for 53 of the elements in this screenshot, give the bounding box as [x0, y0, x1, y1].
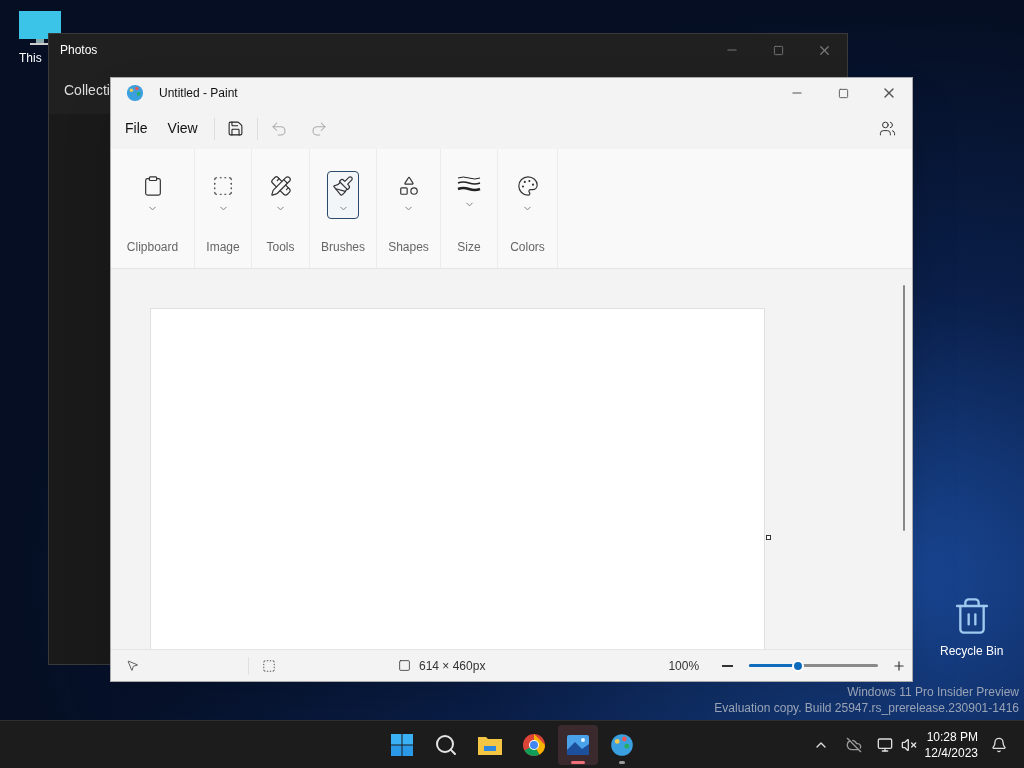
ribbon-group-label: Shapes	[388, 239, 429, 256]
ribbon-group-label: Image	[206, 239, 240, 256]
canvas-size-icon	[398, 659, 411, 672]
line-weights-icon	[457, 175, 481, 193]
redo-icon	[309, 119, 328, 138]
pencil-tools-icon	[269, 175, 292, 197]
paint-logo-icon	[126, 84, 144, 102]
volume-muted-icon[interactable]	[900, 736, 917, 753]
canvas-size-text: 614 × 460px	[419, 657, 486, 675]
undo-icon	[269, 119, 288, 138]
menu-item[interactable]: View	[157, 113, 208, 144]
palette-icon	[516, 175, 539, 197]
nav-item[interactable]: Collecti	[64, 79, 110, 101]
menu-item[interactable]: File	[115, 113, 158, 144]
selection-size-icon	[262, 658, 276, 673]
monitor-icon[interactable]	[18, 10, 62, 48]
notifications-icon	[991, 736, 1007, 753]
desktop-icon-label: Recycle Bin	[940, 643, 1004, 660]
minus-icon	[721, 664, 733, 667]
network-icon[interactable]	[876, 736, 893, 753]
ribbon-group-label: Colors	[510, 239, 545, 256]
search-icon	[434, 733, 458, 757]
maximize-icon	[772, 44, 784, 56]
evaluation-notice: Evaluation copy. Build 25947.rs_prerelease.230901-1416	[714, 700, 1019, 716]
windows-logo-icon	[390, 733, 414, 757]
zoom-slider-thumb[interactable]	[792, 659, 805, 672]
paint-logo-icon	[610, 733, 634, 757]
zoom-slider[interactable]	[749, 659, 879, 672]
window-title: Photos	[60, 42, 98, 59]
desktop-icon-label: This	[19, 50, 42, 67]
window-title: Untitled - Paint	[159, 85, 238, 102]
zoom-percentage: 100%	[668, 657, 700, 675]
resize-handle[interactable]	[766, 535, 771, 540]
ribbon-tool-button[interactable]	[327, 171, 359, 219]
browser-logo-icon	[522, 733, 546, 757]
folder-icon	[477, 734, 503, 756]
maximize-icon	[837, 87, 849, 99]
plus-icon	[892, 658, 907, 673]
cloud-off-icon[interactable]	[845, 736, 862, 753]
ribbon-group-label: Clipboard	[126, 239, 179, 256]
landscape-picture-icon	[566, 734, 590, 756]
vertical-scrollbar[interactable]	[903, 285, 905, 531]
clock[interactable]: 10:28 PM 12/4/2023	[924, 728, 978, 761]
ribbon-group-label: Tools	[266, 239, 295, 256]
cursor-position-icon	[126, 659, 139, 672]
ribbon-group-label: Brushes	[321, 239, 365, 256]
ribbon-group-label: Size	[457, 239, 481, 256]
save-icon	[227, 120, 245, 137]
shapes-icon	[397, 175, 420, 197]
dashed-selection-icon	[212, 175, 234, 197]
people-icon	[878, 120, 896, 137]
paintbrush-icon	[332, 175, 354, 197]
evaluation-notice: Windows 11 Pro Insider Preview	[847, 684, 1019, 700]
